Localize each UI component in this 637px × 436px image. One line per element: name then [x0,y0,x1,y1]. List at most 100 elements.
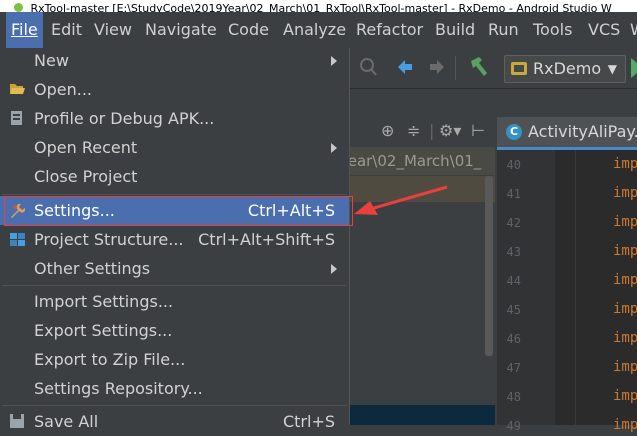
editor-tab-label: ActivityAliPay.j [528,122,637,141]
menu-window[interactable]: W [630,12,637,48]
menu-item-project-structure[interactable]: Project Structure... Ctrl+Alt+Shift+S [0,225,349,254]
menu-navigate[interactable]: Navigate [145,12,217,48]
menu-code[interactable]: Code [228,12,269,48]
folder-open-icon [10,84,25,94]
menu-analyze[interactable]: Analyze [283,12,346,48]
code-line: imp [613,330,637,346]
menu-item-label: Import Settings... [34,292,174,311]
line-number: 49 [506,419,521,433]
menu-separator [2,194,347,195]
hide-panel-icon[interactable]: ⊢ [471,121,485,140]
file-menu-dropdown: New Open... Profile or Debug APK... Open… [0,46,350,431]
menu-item-label: Other Settings [34,259,151,278]
collapse-all-icon[interactable]: ≑ [407,121,420,140]
menu-item-label: Settings Repository... [34,379,203,398]
locate-target-icon[interactable]: ⊕ [381,121,394,140]
menu-tools[interactable]: Tools [533,12,572,48]
line-number: 45 [506,303,521,317]
submenu-arrow-icon [331,56,337,66]
submenu-arrow-icon [331,143,337,153]
menu-item-label: Export Settings... [34,321,173,340]
menu-item-export-zip[interactable]: Export to Zip File... [0,345,349,374]
indent-guide [575,150,576,425]
open-recent-text: Open Recent [34,138,138,157]
menu-vcs[interactable]: VCS [588,12,620,48]
code-line: imp [613,214,637,230]
code-line: imp [613,417,637,433]
menu-item-profile-debug-apk[interactable]: Profile or Debug APK... [0,104,349,133]
line-number: 43 [506,245,521,259]
apk-icon [11,111,22,125]
menu-view[interactable]: View [94,12,132,48]
menu-item-label: Project Structure... [34,230,184,249]
line-number: 46 [506,332,521,346]
code-line: imp [613,388,637,404]
menu-refactor[interactable]: Refactor [356,12,423,48]
annotation-arrow [354,185,448,215]
line-number: 48 [506,390,521,404]
menu-file-label: File [11,20,38,39]
annotation-highlight-box [4,196,353,226]
menu-item-open-recent[interactable]: Open Recent [0,133,349,162]
android-module-icon [511,62,527,75]
project-panel-header: ⊕ ≑ | ⚙▾ ⊢ [349,117,495,148]
toolbar-divider [455,56,456,80]
menu-item-settings-repository[interactable]: Settings Repository... [0,374,349,403]
menu-separator [2,285,347,286]
menu-file[interactable]: File [6,12,43,48]
window-title-bar: RxTool-master [E:\StudyCode\2019Year\02_… [0,0,637,12]
menu-item-open[interactable]: Open... [0,75,349,104]
save-disk-icon [10,414,24,428]
android-studio-icon [14,3,23,12]
code-line: imp [613,156,637,172]
code-line: imp [613,359,637,375]
menu-run[interactable]: Run [488,12,519,48]
code-line: imp [613,243,637,259]
run-configuration-dropdown[interactable]: RxDemo ▼ [504,55,626,83]
window-title: RxTool-master [E:\StudyCode\2019Year\02_… [30,2,612,12]
project-root-row[interactable]: 0Year\02_March\01_ [349,147,495,175]
menu-item-label: Export to Zip File... [34,350,186,369]
panel-divider: | [429,121,435,140]
menu-item-label: Profile or Debug APK... [34,109,215,128]
project-root-path: 0Year\02_March\01_ [349,152,482,170]
main-toolbar: RxDemo ▼ [349,48,637,89]
line-number: 44 [506,274,521,288]
project-tree-selection[interactable] [349,405,495,425]
line-number: 41 [506,187,521,201]
menu-edit[interactable]: Edit [51,12,82,48]
chevron-down-icon: ▼ [607,62,617,76]
make-project-hammer-icon[interactable] [467,54,491,80]
menu-item-close-project[interactable]: Close Project [0,162,349,191]
menu-build[interactable]: Build [435,12,475,48]
menu-bar: File Edit View Navigate Code Analyze Ref… [0,12,637,48]
menu-item-label: New [34,51,69,70]
project-scrollbar[interactable] [485,176,493,356]
project-structure-icon [10,233,25,246]
code-line: imp [613,301,637,317]
menu-item-label: Close Project [34,167,138,186]
code-line: imp [613,185,637,201]
back-arrow-icon[interactable] [395,54,415,80]
menu-item-save-all[interactable]: Save All Ctrl+S [0,407,349,436]
project-tree[interactable] [349,202,495,425]
line-number: 40 [506,158,521,172]
menu-item-export-settings[interactable]: Export Settings... [0,316,349,345]
forward-arrow-icon[interactable] [427,54,447,80]
menu-item-new[interactable]: New [0,46,349,75]
run-configuration-label: RxDemo [533,59,602,78]
menu-item-import-settings[interactable]: Import Settings... [0,287,349,316]
gear-icon[interactable]: ⚙▾ [439,121,461,140]
menu-item-shortcut: Ctrl+S [282,412,335,431]
line-number: 47 [506,361,521,375]
menu-item-label: Save All [34,412,99,431]
menu-item-other-settings[interactable]: Other Settings [0,254,349,283]
submenu-arrow-icon [331,264,337,274]
java-class-icon: C [506,124,522,140]
menu-separator [2,405,347,406]
run-icon[interactable] [631,58,637,78]
line-number: 42 [506,216,521,230]
editor-tab-activityalipay[interactable]: C ActivityAliPay.j [497,117,637,150]
find-usages-icon[interactable] [357,54,379,80]
menu-item-label: Open Recent [34,133,137,162]
